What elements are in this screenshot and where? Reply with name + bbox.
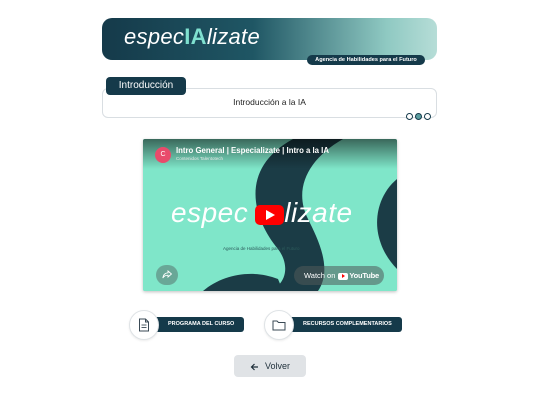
share-arrow-icon [162, 270, 173, 279]
arrow-left-glyph [250, 363, 258, 371]
video-player[interactable]: C Intro General | Especializate | Intro … [143, 139, 397, 291]
back-button[interactable]: Volver [234, 355, 306, 377]
document-icon[interactable] [129, 310, 159, 340]
complementary-button-label: RECURSOS COMPLEMENTARIOS [303, 321, 392, 327]
intro-content: Introducción a la IA [233, 97, 306, 107]
back-button-label: Volver [264, 361, 290, 371]
arrow-left-icon [250, 355, 259, 377]
intro-tab: Introducción [106, 77, 186, 95]
share-icon[interactable] [156, 265, 178, 285]
pagination-dot-1[interactable] [406, 113, 413, 120]
document-glyph [139, 318, 149, 332]
folder-icon[interactable] [264, 310, 294, 340]
brand-logo: especIAlizate [124, 24, 260, 49]
channel-avatar[interactable]: C [155, 147, 171, 163]
page: especIAlizate Agencia de Habilidades par… [0, 0, 540, 405]
tagline-badge: Agencia de Habilidades para el Futuro [307, 55, 425, 65]
program-button[interactable]: PROGRAMA DEL CURSO [146, 317, 245, 332]
complementary-resources-button[interactable]: RECURSOS COMPLEMENTARIOS [281, 317, 402, 332]
play-icon[interactable] [255, 205, 284, 225]
pagination-dot-3[interactable] [424, 113, 431, 120]
header-banner: especIAlizate [102, 18, 437, 60]
video-brand-subtitle: Agencia de Habilidades para el Futuro [223, 246, 300, 251]
watch-on-youtube-button[interactable]: Watch on YouTube [294, 266, 384, 285]
video-channel: Contenidos Talentotech [176, 156, 223, 161]
program-button-label: PROGRAMA DEL CURSO [168, 321, 235, 327]
youtube-logo-icon [338, 272, 349, 280]
video-title[interactable]: Intro General | Especializate | Intro a … [176, 146, 329, 155]
folder-glyph [272, 320, 286, 331]
pagination-dots [406, 113, 431, 120]
pagination-dot-2[interactable] [415, 113, 422, 120]
youtube-label: YouTube [349, 271, 379, 280]
watch-on-label: Watch on [304, 271, 336, 280]
